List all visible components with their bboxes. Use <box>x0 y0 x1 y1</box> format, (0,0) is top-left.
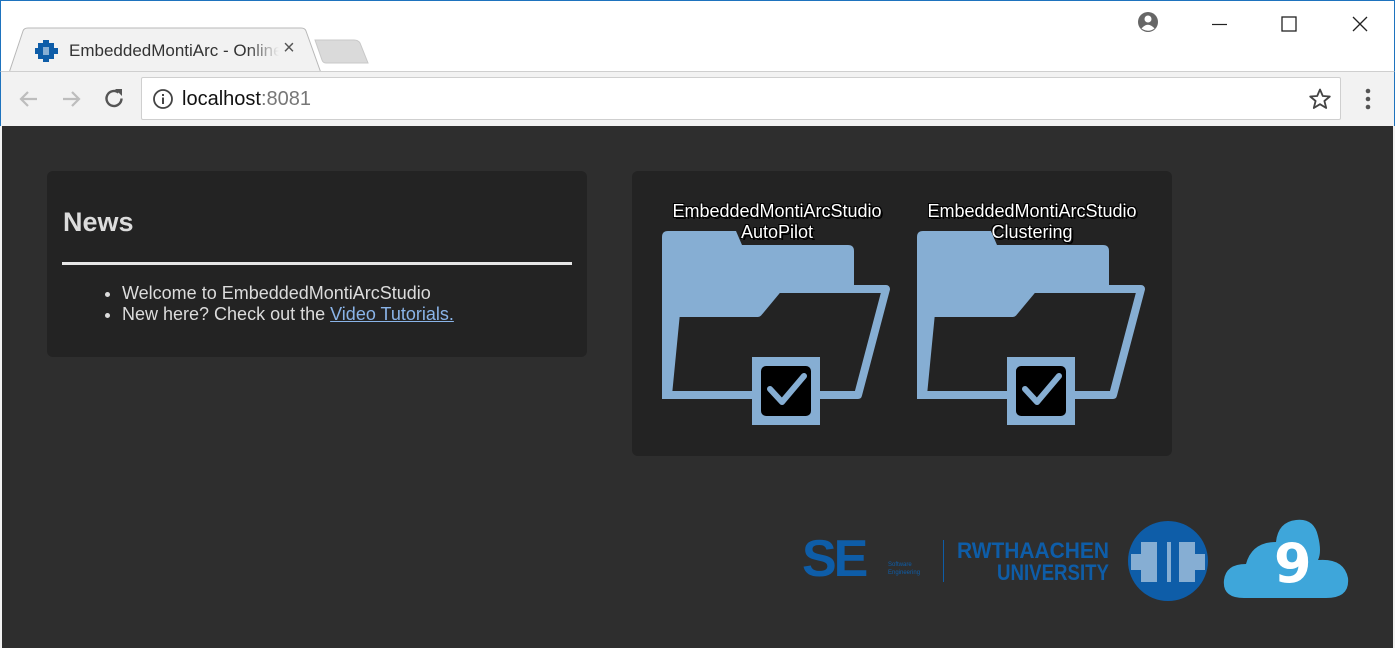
se-logo: SE Software Engineering <box>802 534 920 584</box>
news-list: Welcome to EmbeddedMontiArcStudio New he… <box>122 283 454 325</box>
new-tab-button[interactable] <box>314 39 370 65</box>
svg-text:SE: SE <box>802 534 867 584</box>
footer-logos: SE Software Engineering RWTHAACHEN UNIVE… <box>802 516 1362 606</box>
forward-arrow-icon[interactable] <box>57 85 85 113</box>
info-icon[interactable] <box>152 88 174 110</box>
cloud9-logo: 9 <box>1223 519 1349 598</box>
url-host: localhost <box>182 88 261 110</box>
browser-titlebar: EmbeddedMontiArc - Online IDE × <box>0 0 1395 73</box>
url-text[interactable]: localhost:8081 <box>182 88 311 111</box>
projects-card: EmbeddedMontiArcStudio AutoPilot Embedde… <box>632 171 1172 456</box>
news-item-text: New here? Check out the <box>122 304 331 324</box>
puzzle-logo <box>1128 521 1208 601</box>
video-tutorials-link[interactable]: Video Tutorials. <box>330 304 454 324</box>
news-item: Welcome to EmbeddedMontiArcStudio <box>122 283 454 304</box>
page-content: News Welcome to EmbeddedMontiArcStudio N… <box>2 126 1393 648</box>
news-item-text: Welcome to EmbeddedMontiArcStudio <box>122 283 431 303</box>
logo-divider <box>943 540 944 582</box>
news-item: New here? Check out the Video Tutorials. <box>122 304 454 325</box>
address-bar[interactable]: localhost:8081 <box>141 77 1341 120</box>
folder-check-icon <box>662 231 890 425</box>
news-card: News Welcome to EmbeddedMontiArcStudio N… <box>47 171 587 357</box>
tab-title: EmbeddedMontiArc - Online IDE <box>69 41 279 60</box>
cloud9-text: 9 <box>1274 532 1312 595</box>
back-arrow-icon[interactable] <box>15 85 43 113</box>
news-title: News <box>63 207 134 237</box>
rwth-aachen-logo: RWTHAACHEN UNIVERSITY <box>957 538 1109 585</box>
svg-text:UNIVERSITY: UNIVERSITY <box>997 560 1109 585</box>
svg-text:Engineering: Engineering <box>888 570 920 576</box>
project-name-line1: EmbeddedMontiArcStudio <box>927 201 1137 221</box>
bookmark-star-icon[interactable] <box>1308 87 1332 111</box>
maximize-icon[interactable] <box>1274 9 1304 39</box>
puzzle-favicon-icon <box>35 40 58 62</box>
tab-close-icon[interactable]: × <box>279 38 299 58</box>
news-divider <box>62 262 572 265</box>
project-name-line1: EmbeddedMontiArcStudio <box>672 201 882 221</box>
browser-tab[interactable]: EmbeddedMontiArc - Online IDE × <box>9 27 323 73</box>
kebab-menu-icon[interactable] <box>1356 85 1380 113</box>
project-autopilot[interactable]: EmbeddedMontiArcStudio AutoPilot <box>662 201 892 431</box>
window-close-icon[interactable] <box>1345 9 1375 39</box>
project-clustering[interactable]: EmbeddedMontiArcStudio Clustering <box>917 201 1147 431</box>
reload-icon[interactable] <box>100 85 128 113</box>
browser-toolbar: localhost:8081 <box>0 71 1395 126</box>
minimize-icon[interactable] <box>1205 9 1235 39</box>
profile-icon[interactable] <box>1133 8 1163 38</box>
folder-check-icon <box>917 231 1145 425</box>
svg-text:Software: Software <box>888 562 912 568</box>
url-port: :8081 <box>260 88 311 110</box>
